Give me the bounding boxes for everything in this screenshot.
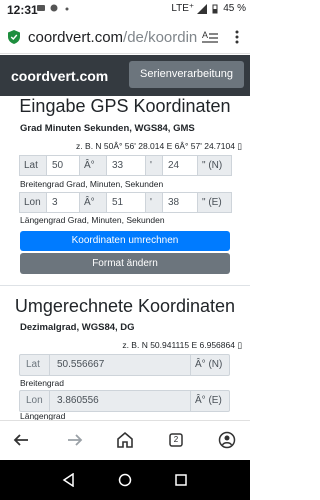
status-right: LTE⁺ 45 % — [171, 3, 246, 14]
lat-degrees-input[interactable]: 50 — [46, 155, 80, 176]
lat-output-value[interactable]: 50.556667 — [57, 355, 104, 375]
battery-icon — [212, 4, 218, 13]
lon-seconds-unit: " (E) — [197, 192, 232, 213]
back-arrow-icon[interactable] — [12, 431, 30, 449]
lat-output-unit: Â° (N) — [195, 359, 223, 370]
lon-minutes-unit: ' — [145, 192, 163, 213]
lon-output-unit: Â° (E) — [195, 395, 222, 406]
system-nav-bar — [0, 460, 250, 500]
convert-coordinates-button[interactable]: Koordinaten umrechnen — [20, 231, 230, 251]
site-brand[interactable]: coordvert.com — [11, 68, 108, 84]
lon-output-separator — [49, 391, 50, 411]
site-header: coordvert.com Serienverarbeitung — [0, 55, 250, 96]
nav-home-icon[interactable] — [118, 473, 132, 487]
output-example: z. B. N 50.941115 E 6.956864 ▯ — [122, 340, 242, 350]
change-format-button[interactable]: Format ändern — [20, 253, 230, 274]
lat-output-unit-separator — [190, 355, 191, 375]
lon-caption: Längengrad Grad, Minuten, Sekunden — [20, 215, 165, 225]
lat-minutes-input[interactable]: 33 — [106, 155, 146, 176]
lon-degrees-unit: Â° — [79, 192, 107, 213]
lat-label: Lat — [19, 155, 47, 176]
more-menu-icon[interactable] — [234, 29, 240, 45]
home-icon[interactable] — [116, 431, 134, 449]
lat-output-label: Lat — [26, 359, 40, 370]
status-time: 12:31 — [7, 3, 38, 17]
battery-percent: 45 % — [223, 3, 246, 14]
url-host: coordvert.com — [28, 29, 124, 46]
secure-shield-icon[interactable] — [8, 30, 20, 44]
lat-output-caption: Breitengrad — [20, 378, 64, 388]
input-format-label: Grad Minuten Sekunden, WGS84, GMS — [20, 123, 195, 134]
svg-text:A: A — [202, 30, 208, 40]
account-icon[interactable] — [218, 431, 236, 449]
input-section-title: Eingabe GPS Koordinaten — [19, 96, 231, 116]
output-section-title: Umgerechnete Koordinaten — [14, 296, 236, 316]
nav-recents-icon[interactable] — [174, 473, 188, 487]
lon-input-row: Lon 3 Â° 51 ' 38 " (E) — [19, 192, 232, 213]
translate-icon[interactable]: A — [201, 29, 219, 45]
lon-output-row: Lon 3.860556 Â° (E) — [19, 390, 230, 412]
lon-output-unit-separator — [190, 391, 191, 411]
lat-seconds-unit: " (N) — [197, 155, 232, 176]
message-icon — [37, 5, 45, 11]
lon-seconds-input[interactable]: 38 — [162, 192, 198, 213]
dot-icon — [65, 7, 69, 11]
lat-degrees-unit: Â° — [79, 155, 107, 176]
output-format-label: Dezimalgrad, WGS84, DG — [20, 322, 135, 333]
lon-output-value[interactable]: 3.860556 — [57, 391, 99, 411]
browser-toolbar: 2 — [0, 420, 250, 458]
forward-arrow-icon[interactable] — [66, 431, 84, 449]
url-path: /de/koordin — [123, 29, 198, 46]
url-text[interactable]: coordvert.com/de/koordin — [28, 29, 198, 46]
lon-minutes-input[interactable]: 51 — [106, 192, 146, 213]
notification-dot-icon — [50, 4, 58, 12]
tab-switcher-icon[interactable]: 2 — [167, 431, 185, 449]
lat-minutes-unit: ' — [145, 155, 163, 176]
serienverarbeitung-button[interactable]: Serienverarbeitung — [129, 61, 244, 88]
lon-output-label: Lon — [26, 395, 43, 406]
lon-degrees-input[interactable]: 3 — [46, 192, 80, 213]
tab-count: 2 — [173, 435, 179, 444]
browser-url-bar[interactable]: coordvert.com/de/koordin A — [0, 20, 250, 54]
lat-output-row: Lat 50.556667 Â° (N) — [19, 354, 230, 376]
nav-back-icon[interactable] — [62, 473, 76, 487]
section-divider — [0, 285, 250, 286]
lon-label: Lon — [19, 192, 47, 213]
network-type: LTE⁺ — [171, 3, 195, 14]
notification-icons — [36, 3, 72, 13]
signal-icon — [197, 3, 208, 14]
lat-input-row: Lat 50 Â° 33 ' 24 " (N) — [19, 155, 232, 176]
lat-output-separator — [49, 355, 50, 375]
status-bar: 12:31 LTE⁺ 45 % — [0, 0, 250, 20]
lat-caption: Breitengrad Grad, Minuten, Sekunden — [20, 179, 164, 189]
input-example: z. B. N 50Â° 56' 28.014 E 6Â° 57' 24.710… — [76, 141, 242, 151]
lat-seconds-input[interactable]: 24 — [162, 155, 198, 176]
